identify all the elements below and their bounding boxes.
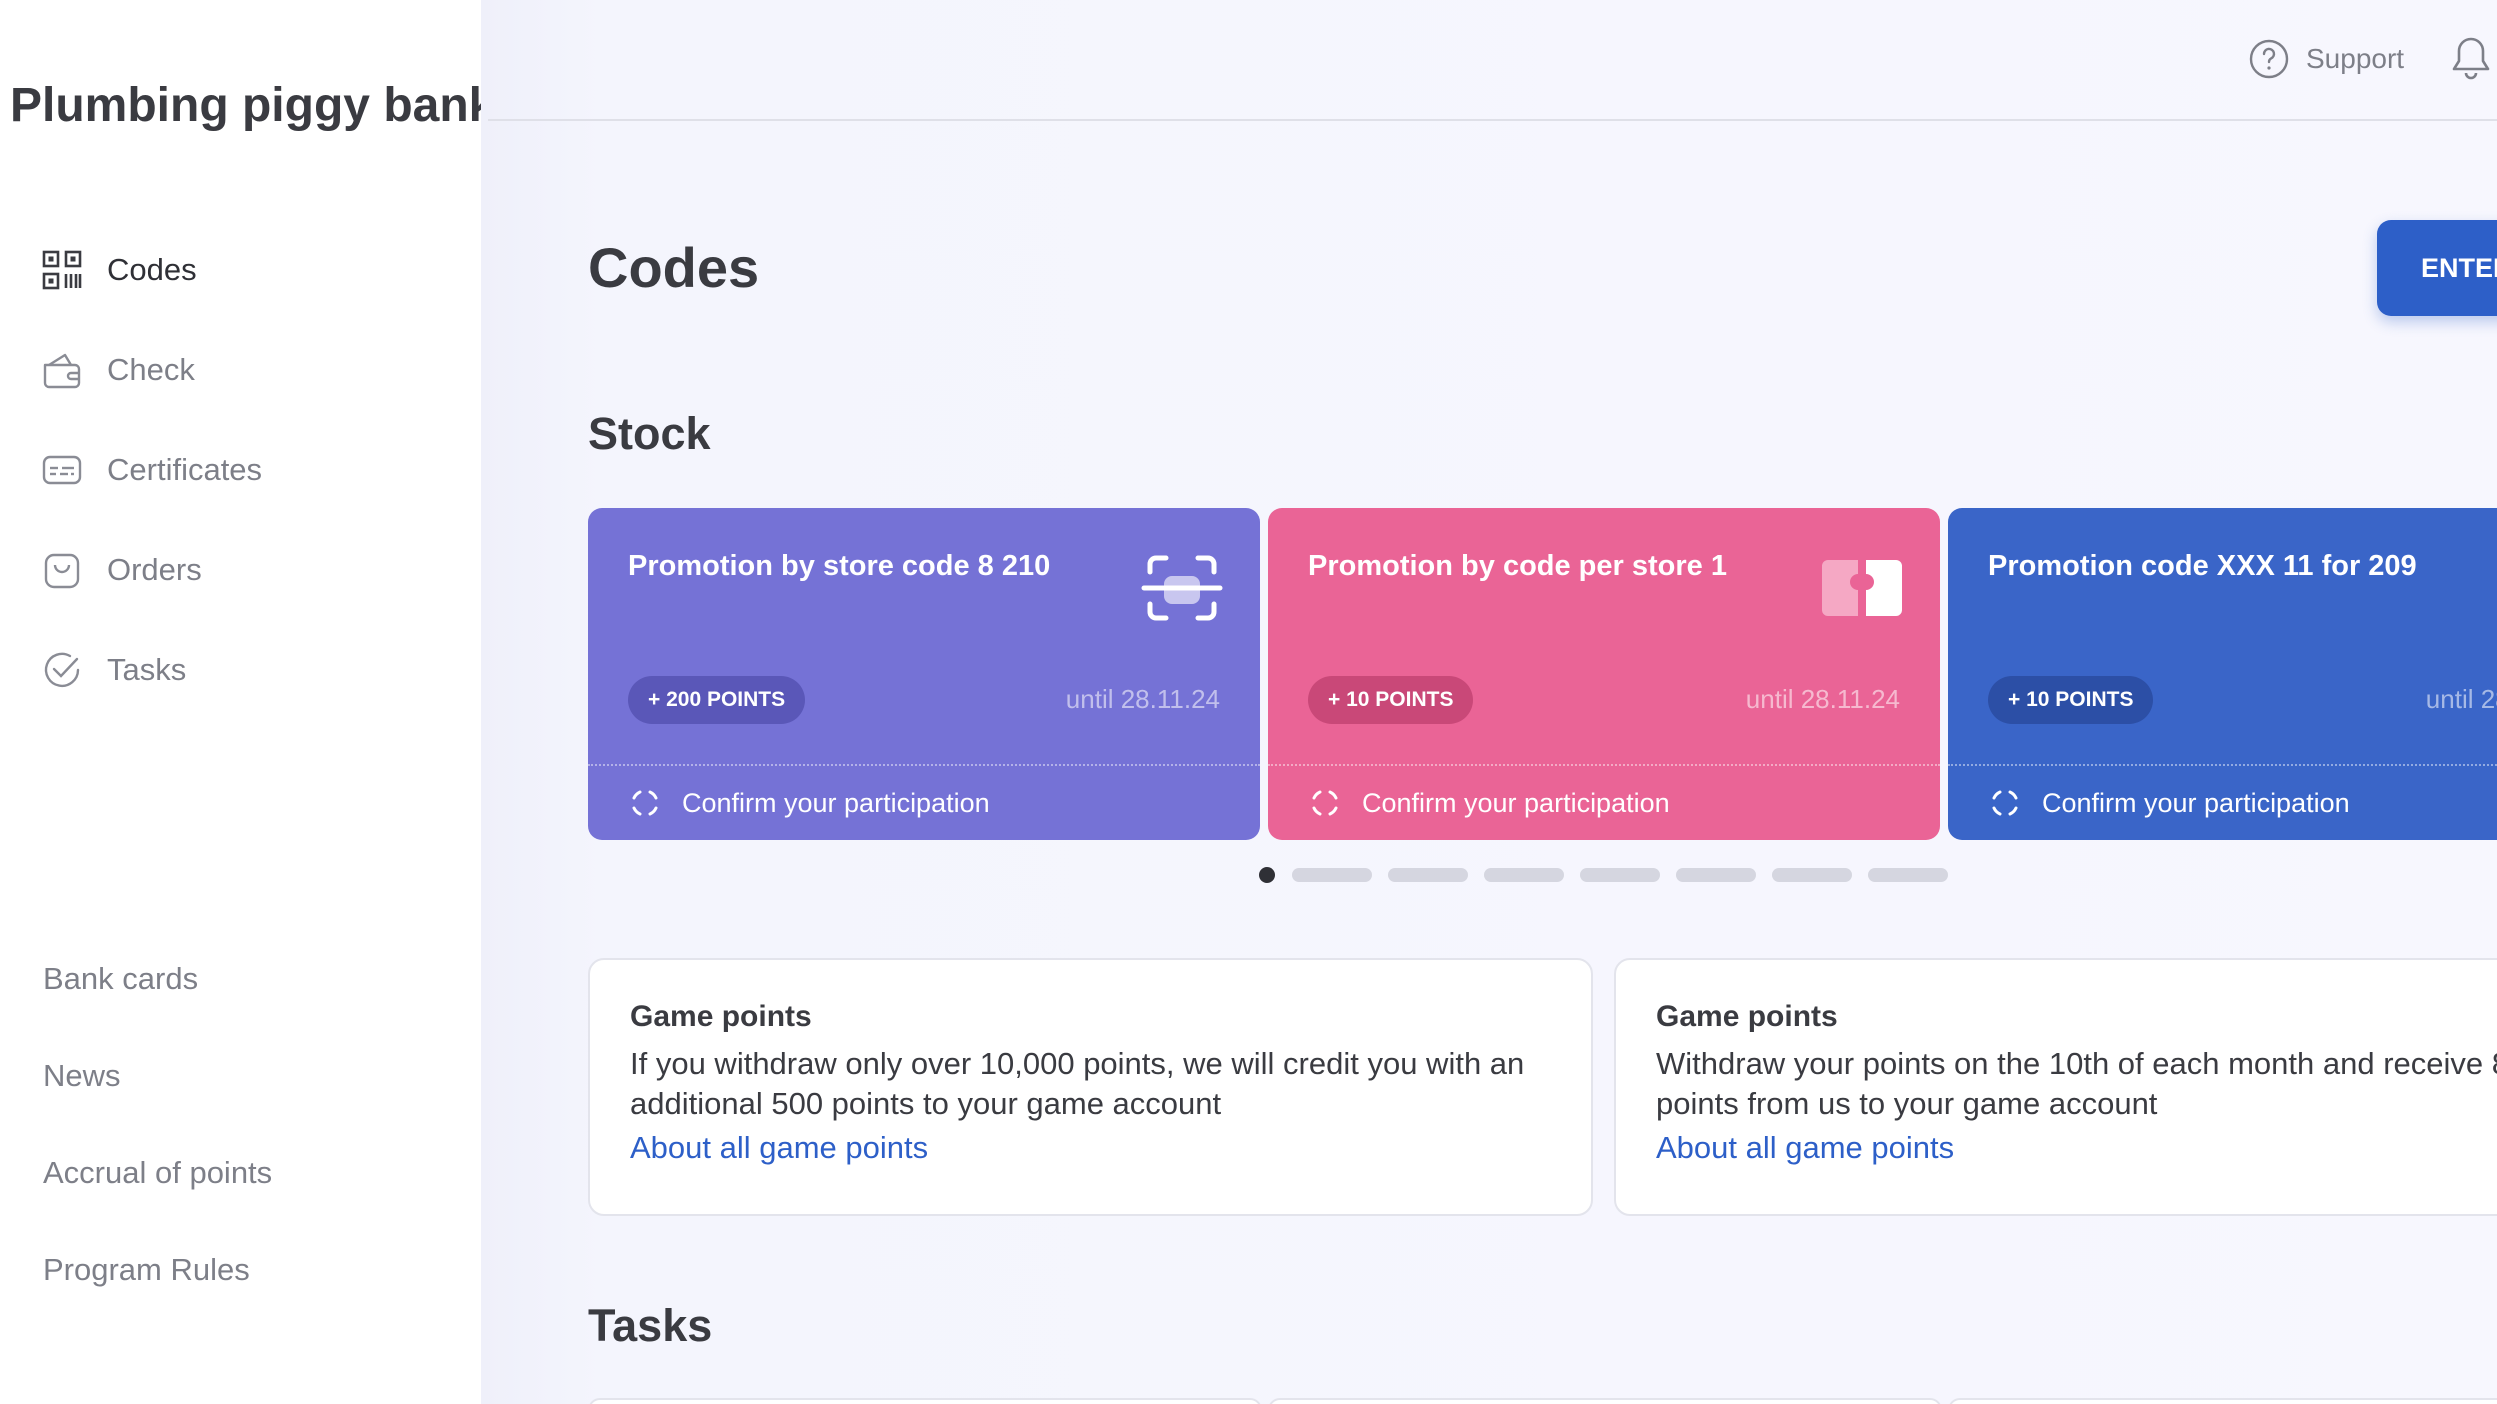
sidebar-link-program-rules[interactable]: Program Rules xyxy=(43,1246,272,1294)
confirm-participation-label: Confirm your participation xyxy=(682,787,990,818)
game-points-card: Game points Withdraw your points on the … xyxy=(1614,958,2497,1216)
carousel-pagination xyxy=(1259,867,1964,883)
sidebar-link-news[interactable]: News xyxy=(43,1052,272,1100)
confirm-participation-label: Confirm your participation xyxy=(1362,787,1670,818)
confirm-participation-link[interactable]: Confirm your participation xyxy=(1988,786,2350,820)
confirm-participation-link[interactable]: Confirm your participation xyxy=(1308,786,1670,820)
sidebar-item-label: Tasks xyxy=(107,652,187,687)
about-game-points-link[interactable]: About all game points xyxy=(1656,1124,2497,1172)
carousel-dot[interactable] xyxy=(1676,868,1756,882)
carousel-dot[interactable] xyxy=(1388,868,1468,882)
page-title: Codes xyxy=(588,236,760,299)
promo-until-date: until 28.11.24 xyxy=(2425,684,2497,714)
promo-until-date: until 28.11.24 xyxy=(1745,684,1900,714)
carousel-dot[interactable] xyxy=(1868,868,1948,882)
game-points-title: Game points xyxy=(630,1000,812,1033)
sidebar-item-label: Codes xyxy=(107,252,197,287)
game-points-text: If you withdraw only over 10,000 points,… xyxy=(630,1046,1525,1121)
loading-icon xyxy=(632,790,658,816)
sidebar-item-label: Orders xyxy=(107,552,202,587)
promo-divider xyxy=(1948,764,2497,766)
points-badge: + 10 POINTS xyxy=(1988,676,2154,724)
sidebar-item-orders[interactable]: Orders xyxy=(40,540,262,600)
promo-card[interactable]: Promotion code XXX 11 for 209 + 10 POINT… xyxy=(1948,508,2497,840)
sidebar-link-bank-cards[interactable]: Bank cards xyxy=(43,955,272,1003)
qr-code-icon xyxy=(40,248,84,292)
app-title: Plumbing piggy bank xyxy=(10,79,496,132)
scan-icon xyxy=(1141,555,1223,621)
check-circle-icon xyxy=(40,648,84,692)
sidebar-link-accrual-of-points[interactable]: Accrual of points xyxy=(43,1149,272,1197)
promo-title: Promotion by store code 8 210 xyxy=(628,550,1051,582)
promo-divider xyxy=(1268,764,1940,766)
sidebar-nav: Codes Check Certificates Orders Tasks xyxy=(40,240,262,740)
carousel-dot[interactable] xyxy=(1292,868,1372,882)
wallet-icon xyxy=(40,348,84,392)
support-link[interactable]: Support xyxy=(2248,38,2404,80)
promo-title: Promotion code XXX 11 for 209 xyxy=(1988,550,2417,582)
points-badge: + 200 POINTS xyxy=(628,676,806,724)
about-game-points-link[interactable]: About all game points xyxy=(630,1124,1551,1172)
carousel-dot[interactable] xyxy=(1772,868,1852,882)
sidebar-item-label: Certificates xyxy=(107,452,263,487)
task-card[interactable] xyxy=(588,1398,1262,1404)
sidebar-item-codes[interactable]: Codes xyxy=(40,240,262,300)
confirm-participation-label: Confirm your participation xyxy=(2042,787,2350,818)
carousel-dot[interactable] xyxy=(1484,868,1564,882)
support-label: Support xyxy=(2306,43,2405,74)
promo-card[interactable]: Promotion by store code 8 210 + 200 POIN… xyxy=(588,508,1260,840)
confirm-participation-link[interactable]: Confirm your participation xyxy=(628,786,990,820)
help-circle-icon xyxy=(2249,39,2289,79)
tasks-section-title: Tasks xyxy=(588,1300,713,1351)
sidebar-item-tasks[interactable]: Tasks xyxy=(40,640,262,700)
main-content: Support Codes ENTER Stock Promotion by s… xyxy=(481,0,2497,1404)
certificate-icon xyxy=(40,448,84,492)
shopping-bag-icon xyxy=(40,548,84,592)
sidebar-secondary-nav: Bank cards News Accrual of points Progra… xyxy=(43,955,272,1343)
points-badge: + 10 POINTS xyxy=(1308,676,1474,724)
top-bar: Support xyxy=(488,0,2497,121)
stock-section-title: Stock xyxy=(588,408,711,459)
sidebar: Plumbing piggy bank Codes Check Certific… xyxy=(0,0,495,1404)
enter-code-button[interactable]: ENTER xyxy=(2377,220,2497,316)
sidebar-item-check[interactable]: Check xyxy=(40,340,262,400)
loading-icon xyxy=(1312,790,1338,816)
loading-icon xyxy=(1992,790,2018,816)
ticket-icon xyxy=(1822,560,1902,616)
carousel-dot[interactable] xyxy=(1580,868,1660,882)
carousel-dot-active[interactable] xyxy=(1259,867,1275,883)
task-card[interactable] xyxy=(1948,1398,2497,1404)
sidebar-item-label: Check xyxy=(107,352,195,387)
promo-until-date: until 28.11.24 xyxy=(1065,684,1220,714)
promo-card[interactable]: Promotion by code per store 1 + 10 POINT… xyxy=(1268,508,1940,840)
promo-divider xyxy=(588,764,1260,766)
task-card[interactable] xyxy=(1268,1398,1942,1404)
bell-icon[interactable] xyxy=(2448,34,2494,84)
game-points-text: Withdraw your points on the 10th of each… xyxy=(1656,1046,2497,1121)
game-points-title: Game points xyxy=(1656,1000,1838,1033)
sidebar-item-certificates[interactable]: Certificates xyxy=(40,440,262,500)
game-points-card: Game points If you withdraw only over 10… xyxy=(588,958,1593,1216)
promo-title: Promotion by code per store 1 xyxy=(1308,550,1727,582)
